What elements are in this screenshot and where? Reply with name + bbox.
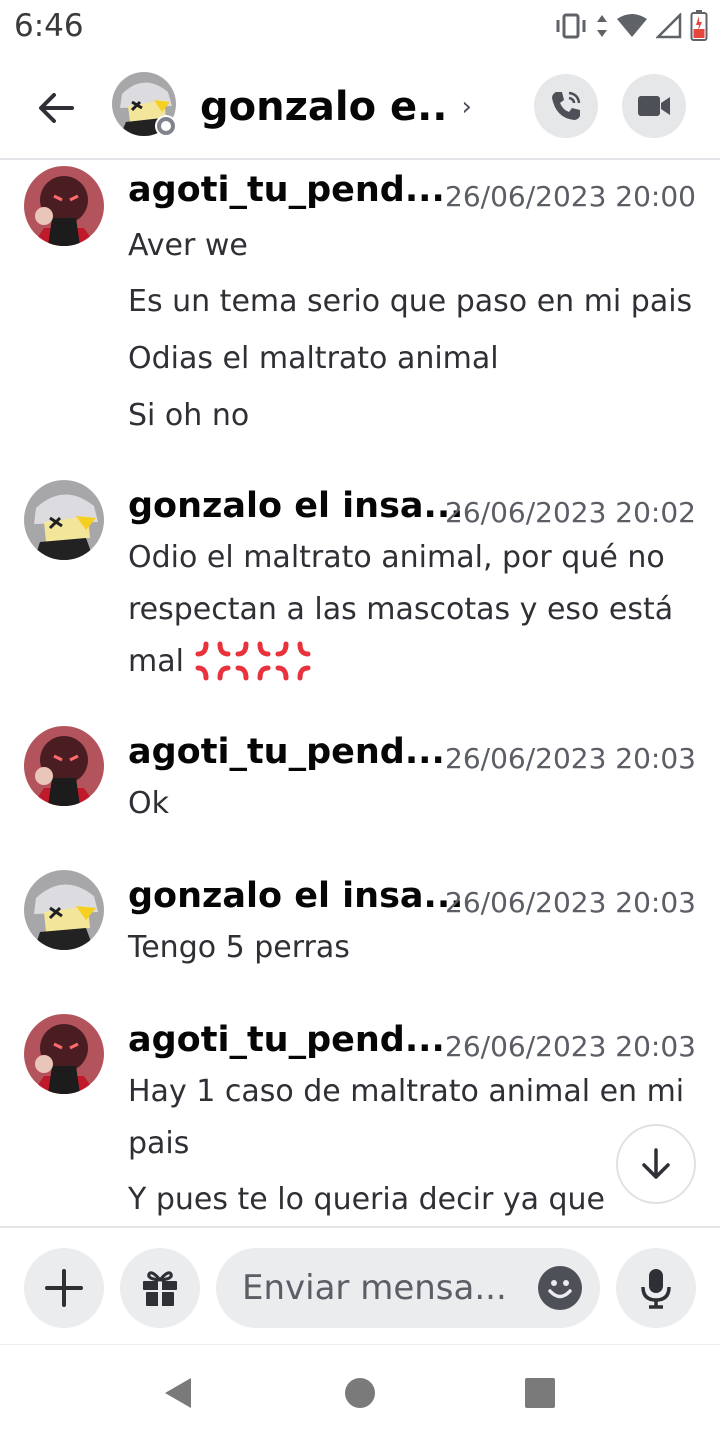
vibrate-icon [556, 13, 586, 39]
message-timestamp: 26/06/2023 20:03 [445, 886, 696, 919]
avatar[interactable] [24, 870, 104, 950]
signal-icon [656, 13, 682, 39]
message-text: Es un tema serio que paso en mi pais [128, 284, 693, 319]
avatar[interactable] [24, 480, 104, 560]
square-recents-icon [525, 1378, 555, 1408]
message-timestamp: 26/06/2023 20:03 [445, 742, 696, 775]
avatar[interactable] [24, 1014, 104, 1094]
data-arrows-icon [597, 15, 607, 37]
header-avatar[interactable] [112, 72, 177, 137]
battery-icon [690, 10, 708, 41]
message-timestamp: 26/06/2023 20:00 [445, 180, 696, 213]
avatar[interactable] [24, 726, 104, 806]
message-text: Si oh no [128, 398, 250, 433]
chevron-right-icon: › [461, 92, 472, 122]
triangle-back-icon [165, 1378, 191, 1408]
gift-button[interactable] [120, 1248, 200, 1328]
nav-home-button[interactable] [342, 1375, 378, 1411]
nav-recents-button[interactable] [522, 1375, 558, 1411]
message-author[interactable]: agoti_tu_pend... [128, 170, 445, 210]
voice-message-button[interactable] [616, 1248, 696, 1328]
system-nav-bar [0, 1344, 720, 1440]
message-text: Y pues te lo queria decir ya que [128, 1182, 606, 1217]
anger-symbol-icon [195, 641, 311, 681]
message-text: Ok [128, 786, 169, 821]
microphone-icon [641, 1269, 671, 1309]
video-call-button[interactable] [622, 74, 686, 138]
channel-name: gonzalo e.. [200, 84, 448, 130]
avatar [112, 72, 177, 137]
avatar-image [24, 1014, 104, 1094]
message-text: mal [128, 644, 184, 679]
gift-icon [143, 1271, 177, 1306]
message-text: Odio el maltrato animal, por qué no [128, 540, 665, 575]
header-title[interactable]: gonzalo e.. › [200, 84, 472, 130]
status-icons [554, 10, 708, 42]
message-timestamp: 26/06/2023 20:02 [445, 496, 696, 529]
plus-icon [45, 1269, 83, 1307]
smiley-icon [548, 1280, 572, 1299]
arrow-left-icon [39, 93, 74, 123]
circle-home-icon [345, 1378, 375, 1408]
avatar-image [24, 480, 104, 560]
status-bar: 6:46 [0, 0, 720, 56]
avatar-image [24, 166, 104, 246]
message-text: respectan a las mascotas y eso está [128, 592, 674, 627]
message-text: Tengo 5 perras [128, 930, 350, 965]
phone-icon [552, 91, 581, 120]
voice-call-button[interactable] [534, 74, 598, 138]
message-timestamp: 26/06/2023 20:03 [445, 1030, 696, 1063]
message-text: Aver we [128, 228, 248, 263]
nav-back-button[interactable] [160, 1375, 196, 1411]
message-input[interactable] [242, 1248, 532, 1328]
message-author[interactable]: gonzalo el insa... [128, 876, 463, 916]
back-button[interactable] [26, 78, 86, 138]
emoji-button[interactable] [538, 1266, 582, 1310]
message-author[interactable]: gonzalo el insa... [128, 486, 463, 526]
status-time: 6:46 [14, 8, 84, 44]
message-author[interactable]: agoti_tu_pend... [128, 1020, 445, 1060]
message-text: Odias el maltrato animal [128, 341, 499, 376]
message-text: Hay 1 caso de maltrato animal en mi [128, 1074, 685, 1109]
message-text: pais [128, 1126, 190, 1161]
jump-to-bottom-button[interactable] [616, 1124, 696, 1204]
avatar[interactable] [24, 166, 104, 246]
add-attachment-button[interactable] [24, 1248, 104, 1328]
chat-header: gonzalo e.. › [0, 56, 720, 160]
video-camera-icon [638, 96, 670, 116]
message-author[interactable]: agoti_tu_pend... [128, 732, 445, 772]
avatar-image [24, 870, 104, 950]
message-input-wrapper [216, 1248, 600, 1328]
arrow-down-icon [642, 1148, 670, 1179]
message-list[interactable]: agoti_tu_pend... 26/06/2023 20:00 Aver w… [0, 162, 720, 1226]
wifi-icon [617, 14, 647, 37]
avatar-image [24, 726, 104, 806]
message-composer [0, 1226, 720, 1344]
